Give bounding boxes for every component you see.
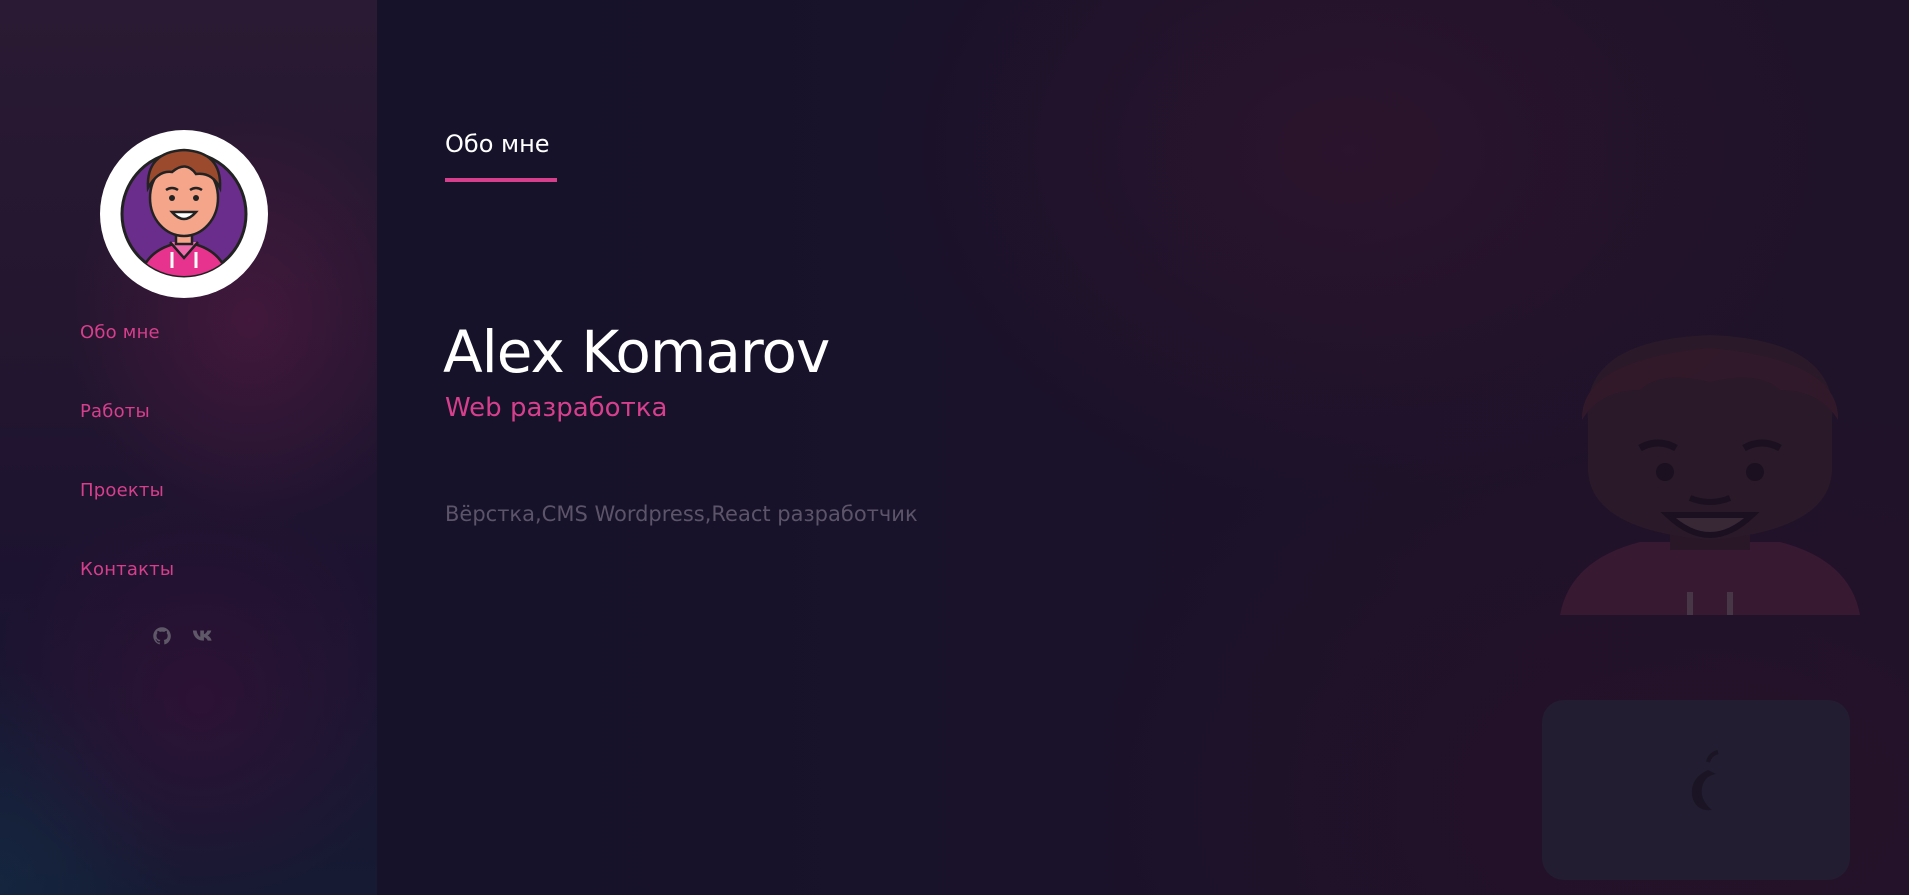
nav-item-about[interactable]: Обо мне [80,322,174,401]
profile-role: Web разработка [445,393,668,423]
developer-illustration [1542,335,1860,880]
profile-skills: Вёрстка,CMS Wordpress,React разработчик [445,502,918,526]
profile-name: Alex Komarov [443,318,830,386]
sidebar-nav: Обо мне Работы Проекты Контакты [80,322,174,638]
app-root: Обо мне Работы Проекты Контакты Обо мне … [0,0,1909,895]
nav-item-projects[interactable]: Проекты [80,480,174,559]
avatar [100,130,268,298]
nav-item-works[interactable]: Работы [80,401,174,480]
avatar-illustration [120,148,248,278]
sidebar: Обо мне Работы Проекты Контакты [0,0,377,895]
vk-icon[interactable] [192,626,212,646]
tab-about[interactable]: Обо мне [445,130,550,158]
github-icon[interactable] [152,626,172,646]
active-tab-indicator [445,178,557,182]
